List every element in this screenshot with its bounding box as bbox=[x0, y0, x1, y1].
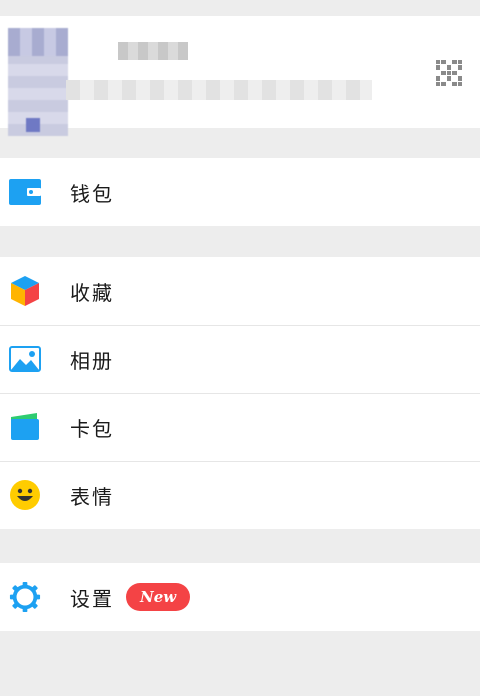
menu-item-cards[interactable]: 卡包 bbox=[0, 393, 480, 461]
blurred-nickname bbox=[118, 42, 188, 60]
qr-code-icon[interactable] bbox=[436, 60, 462, 86]
menu-item-settings[interactable]: 设置 New bbox=[0, 563, 480, 631]
menu-item-stickers-label: 表情 bbox=[70, 484, 114, 509]
gear-icon bbox=[9, 581, 41, 613]
menu-item-wallet-label: 钱包 bbox=[70, 181, 114, 206]
settings-group: 设置 New bbox=[0, 563, 480, 631]
menu-item-cards-label: 卡包 bbox=[70, 416, 114, 441]
menu-item-settings-label: 设置 bbox=[70, 586, 114, 611]
smile-icon bbox=[9, 479, 41, 511]
menu-item-album-label: 相册 bbox=[70, 348, 114, 373]
menu-item-favorites-label: 收藏 bbox=[70, 280, 114, 305]
wallet-icon bbox=[9, 176, 41, 208]
card-icon bbox=[9, 411, 41, 443]
cube-icon bbox=[9, 275, 41, 307]
menu-item-album[interactable]: 相册 bbox=[0, 325, 480, 393]
me-page: 钱包 收藏 相册 卡包 表情 设置 New bbox=[0, 0, 480, 696]
menu-item-stickers[interactable]: 表情 bbox=[0, 461, 480, 529]
avatar[interactable] bbox=[8, 28, 68, 136]
blurred-account-id bbox=[66, 80, 372, 100]
content-group: 收藏 相册 卡包 表情 bbox=[0, 257, 480, 529]
new-badge: New bbox=[126, 583, 191, 611]
profile-card[interactable] bbox=[0, 16, 480, 136]
menu-item-favorites[interactable]: 收藏 bbox=[0, 257, 480, 325]
wallet-group: 钱包 bbox=[0, 158, 480, 226]
menu-item-wallet[interactable]: 钱包 bbox=[0, 158, 480, 226]
photo-icon bbox=[9, 343, 41, 375]
